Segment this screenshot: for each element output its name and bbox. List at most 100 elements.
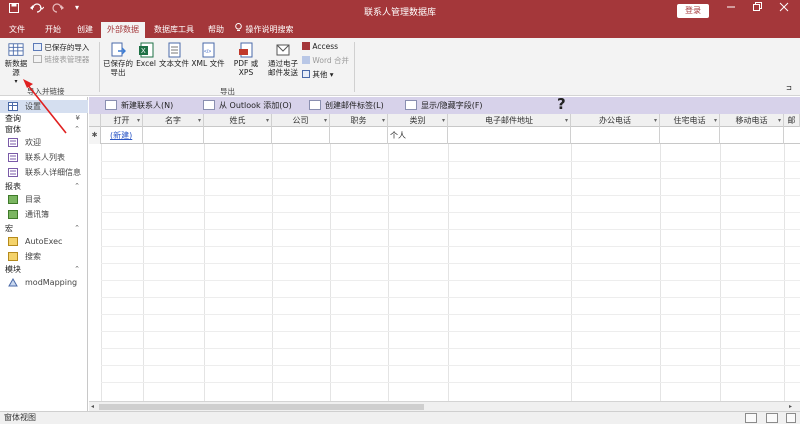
- nav-item-welcome[interactable]: 欢迎: [0, 136, 88, 149]
- grid-line: [101, 382, 800, 383]
- collapse-ribbon-icon[interactable]: ⊐: [786, 84, 792, 92]
- record-selector[interactable]: ✱: [89, 127, 101, 144]
- linked-table-manager-button[interactable]: 链接表管理器: [33, 54, 89, 65]
- nav-item-settings[interactable]: 设置: [0, 100, 88, 113]
- help-question-mark[interactable]: ?: [557, 95, 566, 113]
- tab-file[interactable]: 文件: [4, 22, 30, 38]
- contacts-datasheet: 打开 ▾ 名字 ▾ 姓氏 ▾ 公司 ▾ 职务 ▾ 类别 ▾ 电子邮件地址 ▾ 办公电话 ▾ 住宅…: [89, 114, 800, 402]
- layout-view-icon[interactable]: [766, 413, 778, 423]
- text-file-export-button[interactable]: 文本文件: [158, 42, 190, 68]
- other-export-button[interactable]: 其他 ▾: [302, 69, 334, 80]
- create-labels-button[interactable]: 创建邮件标签(L): [309, 99, 384, 112]
- restore-icon[interactable]: [748, 2, 766, 18]
- svg-text:X: X: [141, 48, 146, 55]
- new-record-link[interactable]: (新建): [101, 127, 143, 144]
- dropdown-icon: ▾: [441, 117, 445, 124]
- table-cell[interactable]: [272, 127, 330, 144]
- saved-exports-button[interactable]: 已保存的 导出: [102, 42, 134, 77]
- pdf-xps-export-button[interactable]: PDF 或 XPS: [226, 42, 266, 77]
- column-header[interactable]: 公司 ▾: [272, 114, 330, 127]
- grid-line: [101, 144, 102, 402]
- horizontal-scrollbar[interactable]: ◂ ▸: [89, 401, 800, 411]
- column-header[interactable]: 职务 ▾: [330, 114, 388, 127]
- tab-help[interactable]: 帮助: [203, 22, 229, 38]
- design-view-icon[interactable]: [786, 413, 796, 423]
- other-label: 其他: [312, 70, 328, 79]
- nav-item-modmapping[interactable]: modMapping: [0, 276, 88, 289]
- nav-item-address-book[interactable]: 通讯簿: [0, 208, 88, 221]
- dropdown-icon: ▾: [265, 117, 269, 124]
- saved-imports-label: 已保存的导入: [44, 43, 90, 52]
- dropdown-icon: ▾: [777, 117, 781, 124]
- column-header[interactable]: 类别 ▾: [388, 114, 448, 127]
- nav-header-label: 宏: [5, 224, 13, 233]
- table-cell[interactable]: [143, 127, 204, 144]
- table-cell[interactable]: [660, 127, 720, 144]
- collapse-icon: ⌃: [74, 125, 80, 133]
- nav-header-forms[interactable]: 窗体 ⌃: [0, 124, 88, 135]
- nav-header-modules[interactable]: 模块 ⌃: [0, 264, 88, 275]
- nav-item-directory[interactable]: 目录: [0, 193, 88, 206]
- macro-icon: [8, 237, 18, 246]
- grid-line: [101, 348, 800, 349]
- nav-item-contact-list[interactable]: 联系人列表: [0, 151, 88, 164]
- column-header[interactable]: 移动电话 ▾: [720, 114, 784, 127]
- xml-export-button[interactable]: </> XML 文件: [191, 42, 225, 68]
- login-button[interactable]: 登录: [677, 4, 709, 18]
- new-datasource-button[interactable]: 新数据 源 ▾: [3, 42, 29, 86]
- grid-line: [204, 144, 205, 402]
- collapse-icon: ⌃: [74, 182, 80, 190]
- column-header[interactable]: 打开 ▾: [101, 114, 143, 127]
- column-header[interactable]: 邮: [784, 114, 800, 127]
- text-file-icon: [168, 42, 181, 58]
- nav-item-label: 目录: [25, 195, 41, 204]
- grid-line: [448, 144, 449, 402]
- grid-line: [388, 144, 389, 402]
- scroll-thumb[interactable]: [99, 404, 424, 410]
- add-from-outlook-button[interactable]: 从 Outlook 添加(O): [203, 99, 292, 112]
- minimize-icon[interactable]: [722, 2, 740, 18]
- column-header[interactable]: 姓氏 ▾: [204, 114, 272, 127]
- nav-item-search[interactable]: 搜索: [0, 250, 88, 263]
- tab-create[interactable]: 创建: [72, 22, 98, 38]
- tell-me-search[interactable]: 操作说明搜索: [235, 22, 301, 38]
- table-cell[interactable]: [448, 127, 571, 144]
- new-contact-button[interactable]: 新建联系人(N): [105, 99, 173, 112]
- nav-header-reports[interactable]: 报表 ⌃: [0, 181, 88, 192]
- saved-imports-button[interactable]: 已保存的导入: [33, 42, 89, 53]
- ribbon-tabs: 文件 开始 创建 外部数据 数据库工具 帮助 操作说明搜索: [0, 22, 800, 38]
- excel-icon: X: [139, 42, 154, 58]
- new-record-link-text[interactable]: (新建): [110, 131, 132, 140]
- grid-line: [272, 144, 273, 402]
- dropdown-icon: ▾: [197, 117, 201, 124]
- form-icon: [8, 153, 18, 162]
- table-cell[interactable]: [330, 127, 388, 144]
- column-header[interactable]: 住宅电话 ▾: [660, 114, 720, 127]
- table-cell[interactable]: [571, 127, 660, 144]
- new-record-row[interactable]: (新建) 个人: [89, 127, 800, 144]
- tab-database-tools[interactable]: 数据库工具: [150, 22, 198, 38]
- nav-header-queries[interactable]: 查询 ¥: [0, 113, 88, 124]
- email-export-button[interactable]: 通过电子 邮件发送: [267, 42, 299, 77]
- nav-header-macros[interactable]: 宏 ⌃: [0, 223, 88, 234]
- nav-item-autoexec[interactable]: AutoExec: [0, 235, 88, 248]
- access-export-button[interactable]: Access: [302, 42, 338, 51]
- column-header[interactable]: 名字 ▾: [143, 114, 204, 127]
- tab-home[interactable]: 开始: [40, 22, 66, 38]
- nav-item-label: 联系人列表: [25, 153, 65, 162]
- column-header[interactable]: 办公电话 ▾: [571, 114, 660, 127]
- table-cell[interactable]: [204, 127, 272, 144]
- excel-export-button[interactable]: X Excel: [135, 42, 157, 68]
- nav-item-contact-details[interactable]: 联系人详细信息: [0, 166, 88, 179]
- nav-header-label: 模块: [5, 265, 21, 274]
- close-icon[interactable]: [775, 2, 793, 18]
- table-cell-category[interactable]: 个人: [388, 127, 448, 144]
- tab-external-data[interactable]: 外部数据: [101, 22, 145, 38]
- form-view-icon[interactable]: [745, 413, 757, 423]
- word-merge-button[interactable]: Word 合并: [302, 55, 349, 66]
- xml-file-label: XML 文件: [191, 59, 225, 68]
- column-header[interactable]: 电子邮件地址 ▾: [448, 114, 571, 127]
- show-hide-fields-button[interactable]: 显示/隐藏字段(F): [405, 99, 483, 112]
- grid-line: [660, 144, 661, 402]
- table-cell[interactable]: [720, 127, 784, 144]
